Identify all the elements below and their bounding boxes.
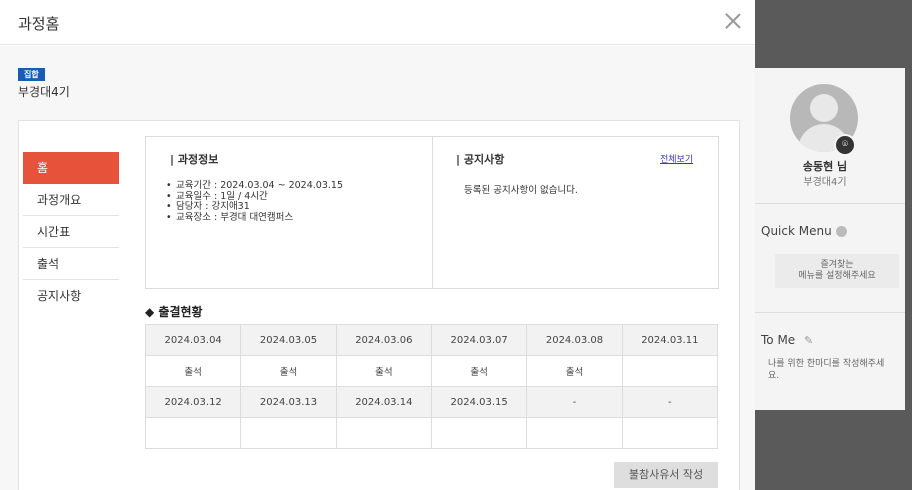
quick-menu-title: Quick Menu (761, 224, 832, 238)
quick-menu-text-2: 메뉴를 설정해주세요 (798, 271, 876, 281)
profile-name: 송동현 님 (802, 160, 848, 173)
quick-menu-box: 즐겨찾는 메뉴를 설정해주세요 (775, 254, 899, 288)
divider (432, 137, 433, 288)
course-info-period: 교육기간 : 2024.03.04 ~ 2024.03.15 (166, 180, 343, 192)
course-info-list: 교육기간 : 2024.03.04 ~ 2024.03.15 교육일수 : 1일… (166, 180, 343, 224)
table-row: 2024.03.12 2024.03.13 2024.03.14 2024.03… (144, 386, 719, 418)
modal-title: 과정홈 (18, 15, 60, 33)
course-name: 부경대4기 (18, 85, 70, 99)
menu-item-overview[interactable]: 과정개요 (23, 184, 119, 216)
date-cell: 2024.03.13 (240, 386, 337, 418)
modal-body: 집합 부경대4기 홈 과정개요 시간표 출석 공지사항 | 과정정보 교육기간 … (0, 46, 755, 490)
menu-item-attendance[interactable]: 출석 (23, 248, 119, 280)
table-row: 출석 출석 출석 출석 출석 (144, 355, 719, 387)
date-cell: 2024.03.04 (144, 324, 242, 356)
attendance-cell: 출석 (335, 355, 432, 387)
pencil-icon[interactable]: ✎ (804, 334, 816, 347)
attendance-cell (240, 417, 337, 449)
table-row: 2024.03.04 2024.03.05 2024.03.06 2024.03… (144, 324, 719, 356)
attendance-cell (621, 417, 719, 449)
table-row (144, 417, 719, 449)
attendance-cell (526, 417, 623, 449)
date-cell: 2024.03.06 (335, 324, 432, 356)
profile-course: 부경대4기 (803, 177, 847, 188)
tome-text: 나를 위한 한마디를 작성해주세요. (768, 359, 885, 381)
date-cell: 2024.03.15 (430, 386, 528, 418)
close-icon[interactable] (724, 12, 742, 30)
absence-report-button[interactable]: 불참사유서 작성 (614, 462, 718, 488)
date-cell: - (621, 386, 719, 418)
info-box: | 과정정보 교육기간 : 2024.03.04 ~ 2024.03.15 교육… (145, 136, 719, 289)
attendance-cell: 출석 (526, 355, 623, 387)
attendance-title: ◆ 출결현황 (145, 305, 203, 319)
status-badge: 집합 (18, 68, 45, 81)
notice-empty-text: 등록된 공지사항이 없습니다. (464, 185, 578, 196)
date-cell: 2024.03.08 (526, 324, 623, 356)
divider (755, 203, 905, 204)
course-info-title: | 과정정보 (170, 153, 219, 166)
notice-title: | 공지사항 (456, 153, 505, 166)
divider (755, 312, 905, 313)
date-cell: - (526, 386, 623, 418)
attendance-cell: 출석 (144, 355, 242, 387)
attendance-cell (144, 417, 242, 449)
tome-title: To Me (761, 333, 796, 347)
attendance-cell (335, 417, 432, 449)
content-box: 홈 과정개요 시간표 출석 공지사항 | 과정정보 교육기간 : 2024.03… (18, 120, 740, 490)
side-menu: 홈 과정개요 시간표 출석 공지사항 (23, 152, 119, 312)
menu-item-timetable[interactable]: 시간표 (23, 216, 119, 248)
date-cell: 2024.03.05 (240, 324, 337, 356)
course-home-modal: 과정홈 집합 부경대4기 홈 과정개요 시간표 출석 공지사항 | 과정정보 교… (0, 0, 755, 490)
settings-icon[interactable] (836, 226, 847, 237)
date-cell: 2024.03.14 (335, 386, 432, 418)
attendance-cell: 출석 (430, 355, 528, 387)
attendance-cell (430, 417, 528, 449)
date-cell: 2024.03.11 (621, 324, 719, 356)
attendance-table: 2024.03.04 2024.03.05 2024.03.06 2024.03… (144, 324, 719, 449)
course-info-manager: 담당자 : 강지애31 (166, 201, 343, 213)
modal-header: 과정홈 (0, 0, 755, 45)
menu-item-home[interactable]: 홈 (23, 152, 119, 184)
view-all-link[interactable]: 전체보기 (660, 152, 693, 165)
date-cell: 2024.03.07 (430, 324, 528, 356)
course-info-location: 교육장소 : 부경대 대연캠퍼스 (166, 212, 343, 224)
menu-item-notice[interactable]: 공지사항 (23, 280, 119, 312)
camera-icon[interactable]: ⌾ (834, 134, 856, 156)
quick-menu-text-1: 즐겨찾는 (820, 260, 854, 270)
attendance-cell: 출석 (240, 355, 337, 387)
date-cell: 2024.03.12 (144, 386, 242, 418)
attendance-cell (621, 355, 719, 387)
